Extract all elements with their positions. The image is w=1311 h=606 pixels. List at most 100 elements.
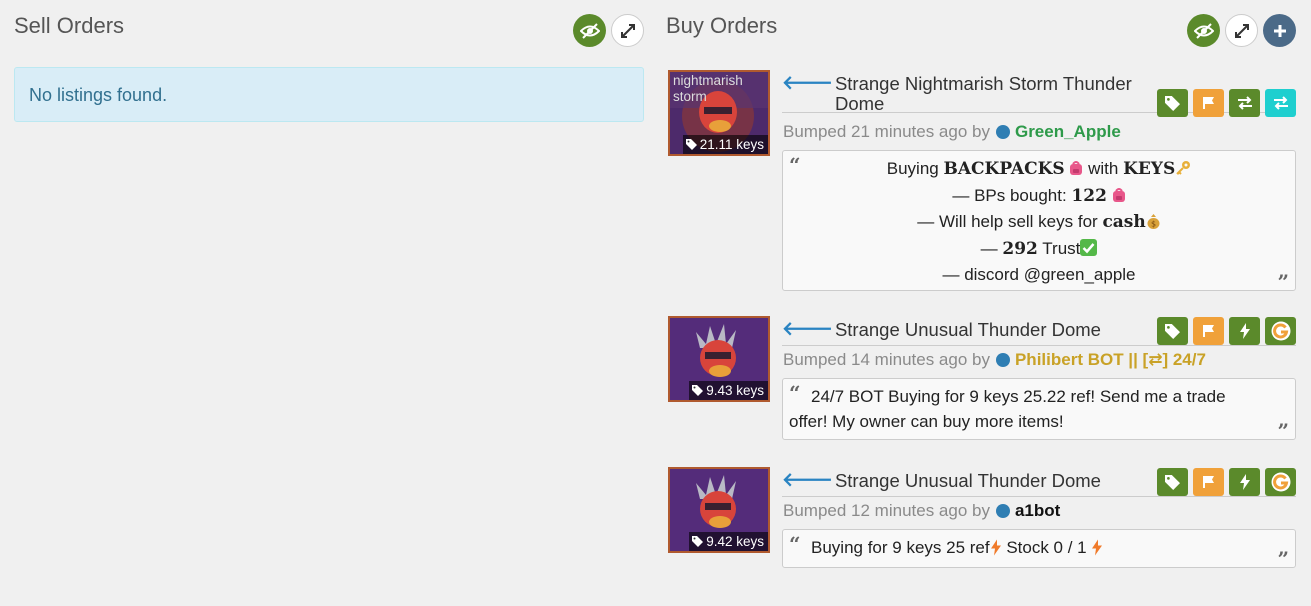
item-thumbnail[interactable]: nightmarish storm 21.11 keys [668, 70, 770, 156]
buy-orders-controls [1187, 14, 1296, 47]
g-logo-button[interactable] [1265, 468, 1296, 496]
item-thumbnail[interactable]: 9.42 keys [668, 467, 770, 553]
quote-open-icon: “ [789, 532, 801, 556]
expand-sell-orders-button[interactable] [611, 14, 644, 47]
comment-line: — Will help sell keys for cash $ [783, 209, 1295, 236]
item-title[interactable]: Strange Nightmarish Storm Thunder Dome [835, 74, 1175, 114]
quote-close-icon: ” [1277, 547, 1289, 571]
lightning-icon [1239, 323, 1250, 339]
price-tag-button[interactable] [1157, 468, 1188, 496]
hide-sell-orders-button[interactable] [573, 14, 606, 47]
g-logo-icon [1271, 472, 1290, 492]
eye-slash-icon [579, 22, 600, 39]
online-status-dot [995, 125, 1010, 139]
key-emoji-icon [1176, 161, 1191, 175]
listing-title-row: 🡐 Strange Nightmarish Storm Thunder Dome [782, 70, 1296, 117]
item-title[interactable]: Strange Unusual Thunder Dome [835, 471, 1175, 491]
report-button[interactable] [1193, 89, 1224, 117]
quote-open-icon: “ [789, 153, 801, 177]
buy-orders-title: Buy Orders [666, 13, 778, 38]
quote-close-icon: ” [1277, 270, 1289, 294]
bumped-info: Bumped 21 minutes ago by Green_Apple [783, 122, 1121, 142]
expand-icon [1234, 23, 1249, 38]
price-badge: 9.42 keys [689, 532, 768, 551]
svg-text:$: $ [1151, 220, 1156, 229]
bumped-time: Bumped 14 minutes ago by [783, 350, 990, 369]
flag-icon [1202, 97, 1214, 109]
plus-icon [1273, 24, 1286, 37]
comment-line: — discord @green_apple [942, 265, 1136, 284]
listing-comment: “ Buying for 9 keys 25 ref Stock 0 / 1 ” [782, 529, 1296, 571]
tag-icon [1165, 323, 1180, 339]
g-logo-button[interactable] [1265, 317, 1296, 345]
sell-orders-controls [573, 14, 644, 47]
price-value: 9.43 keys [706, 383, 764, 398]
bumped-info: Bumped 12 minutes ago by a1bot [783, 501, 1060, 521]
arrow-left-icon: 🡐 [782, 73, 833, 94]
price-tag-button[interactable] [1157, 89, 1188, 117]
listing-actions [1157, 317, 1296, 345]
tag-icon [1165, 474, 1180, 490]
user-link[interactable]: Green_Apple [1015, 122, 1121, 142]
trade-offer-button-alt[interactable] [1265, 89, 1296, 117]
eye-slash-icon [1193, 22, 1214, 39]
comment-text: 24/7 BOT Buying for 9 keys 25.22 ref! Se… [789, 387, 1226, 431]
arrow-left-icon: 🡐 [782, 470, 833, 491]
expand-buy-orders-button[interactable] [1225, 14, 1258, 47]
g-logo-icon [1271, 321, 1290, 341]
tag-icon [685, 139, 697, 150]
exchange-icon [1237, 96, 1252, 110]
backpack-emoji-icon [1112, 187, 1125, 202]
online-status-dot [995, 353, 1010, 367]
exchange-icon [1273, 96, 1288, 110]
price-badge: 21.11 keys [682, 135, 768, 154]
hide-buy-orders-button[interactable] [1187, 14, 1220, 47]
item-title[interactable]: Strange Unusual Thunder Dome [835, 320, 1175, 340]
comment-line: Buying BACKPACKS with KEYS [783, 156, 1295, 183]
tag-icon [692, 385, 704, 396]
comment-line: — BPs bought: 122 [783, 183, 1295, 210]
backpack-emoji-icon [1070, 161, 1083, 175]
price-value: 21.11 keys [699, 137, 764, 152]
user-link[interactable]: a1bot [1015, 501, 1060, 521]
price-tag-button[interactable] [1157, 317, 1188, 345]
trade-offer-button[interactable] [1229, 89, 1260, 117]
no-listings-alert: No listings found. [14, 67, 644, 122]
comment-text: Buying for 9 keys 25 ref Stock 0 / 1 [811, 535, 1259, 560]
arrow-left-icon: 🡐 [782, 319, 833, 340]
listing-comment: “ 24/7 BOT Buying for 9 keys 25.22 ref! … [782, 378, 1296, 443]
listing-comment: “ Buying BACKPACKS with KEYS — BPs bough… [782, 150, 1296, 294]
comment-line: — 292 Trust [783, 236, 1295, 263]
report-button[interactable] [1193, 468, 1224, 496]
instant-trade-button[interactable] [1229, 317, 1260, 345]
check-mark-emoji-icon [1080, 238, 1098, 256]
online-status-dot [995, 504, 1010, 518]
quote-close-icon: ” [1277, 419, 1289, 443]
bumped-time: Bumped 21 minutes ago by [783, 122, 990, 141]
add-buy-order-button[interactable] [1263, 14, 1296, 47]
flag-icon [1202, 325, 1214, 337]
expand-icon [620, 23, 635, 38]
lightning-emoji-icon [990, 539, 1001, 556]
instant-trade-button[interactable] [1229, 468, 1260, 496]
money-bag-emoji-icon: $ [1147, 214, 1160, 229]
listing-title-row: 🡐 Strange Unusual Thunder Dome [782, 467, 1296, 497]
quote-open-icon: “ [789, 381, 801, 405]
listing-title-row: 🡐 Strange Unusual Thunder Dome [782, 316, 1296, 346]
bumped-time: Bumped 12 minutes ago by [783, 501, 990, 520]
listing-actions [1157, 89, 1296, 117]
flag-icon [1202, 476, 1214, 488]
unusual-effect-label: nightmarish storm [673, 73, 743, 104]
sell-orders-title: Sell Orders [14, 13, 125, 38]
item-thumbnail[interactable]: 9.43 keys [668, 316, 770, 402]
price-value: 9.42 keys [706, 534, 764, 549]
bumped-info: Bumped 14 minutes ago by Philibert BOT |… [783, 350, 1206, 370]
tag-icon [692, 536, 704, 547]
tag-icon [1165, 95, 1180, 111]
user-link[interactable]: Philibert BOT || [⇄] 24/7 [1015, 350, 1206, 370]
lightning-emoji-icon [1092, 539, 1103, 556]
lightning-icon [1239, 474, 1250, 490]
price-badge: 9.43 keys [689, 381, 768, 400]
report-button[interactable] [1193, 317, 1224, 345]
listing-actions [1157, 468, 1296, 496]
